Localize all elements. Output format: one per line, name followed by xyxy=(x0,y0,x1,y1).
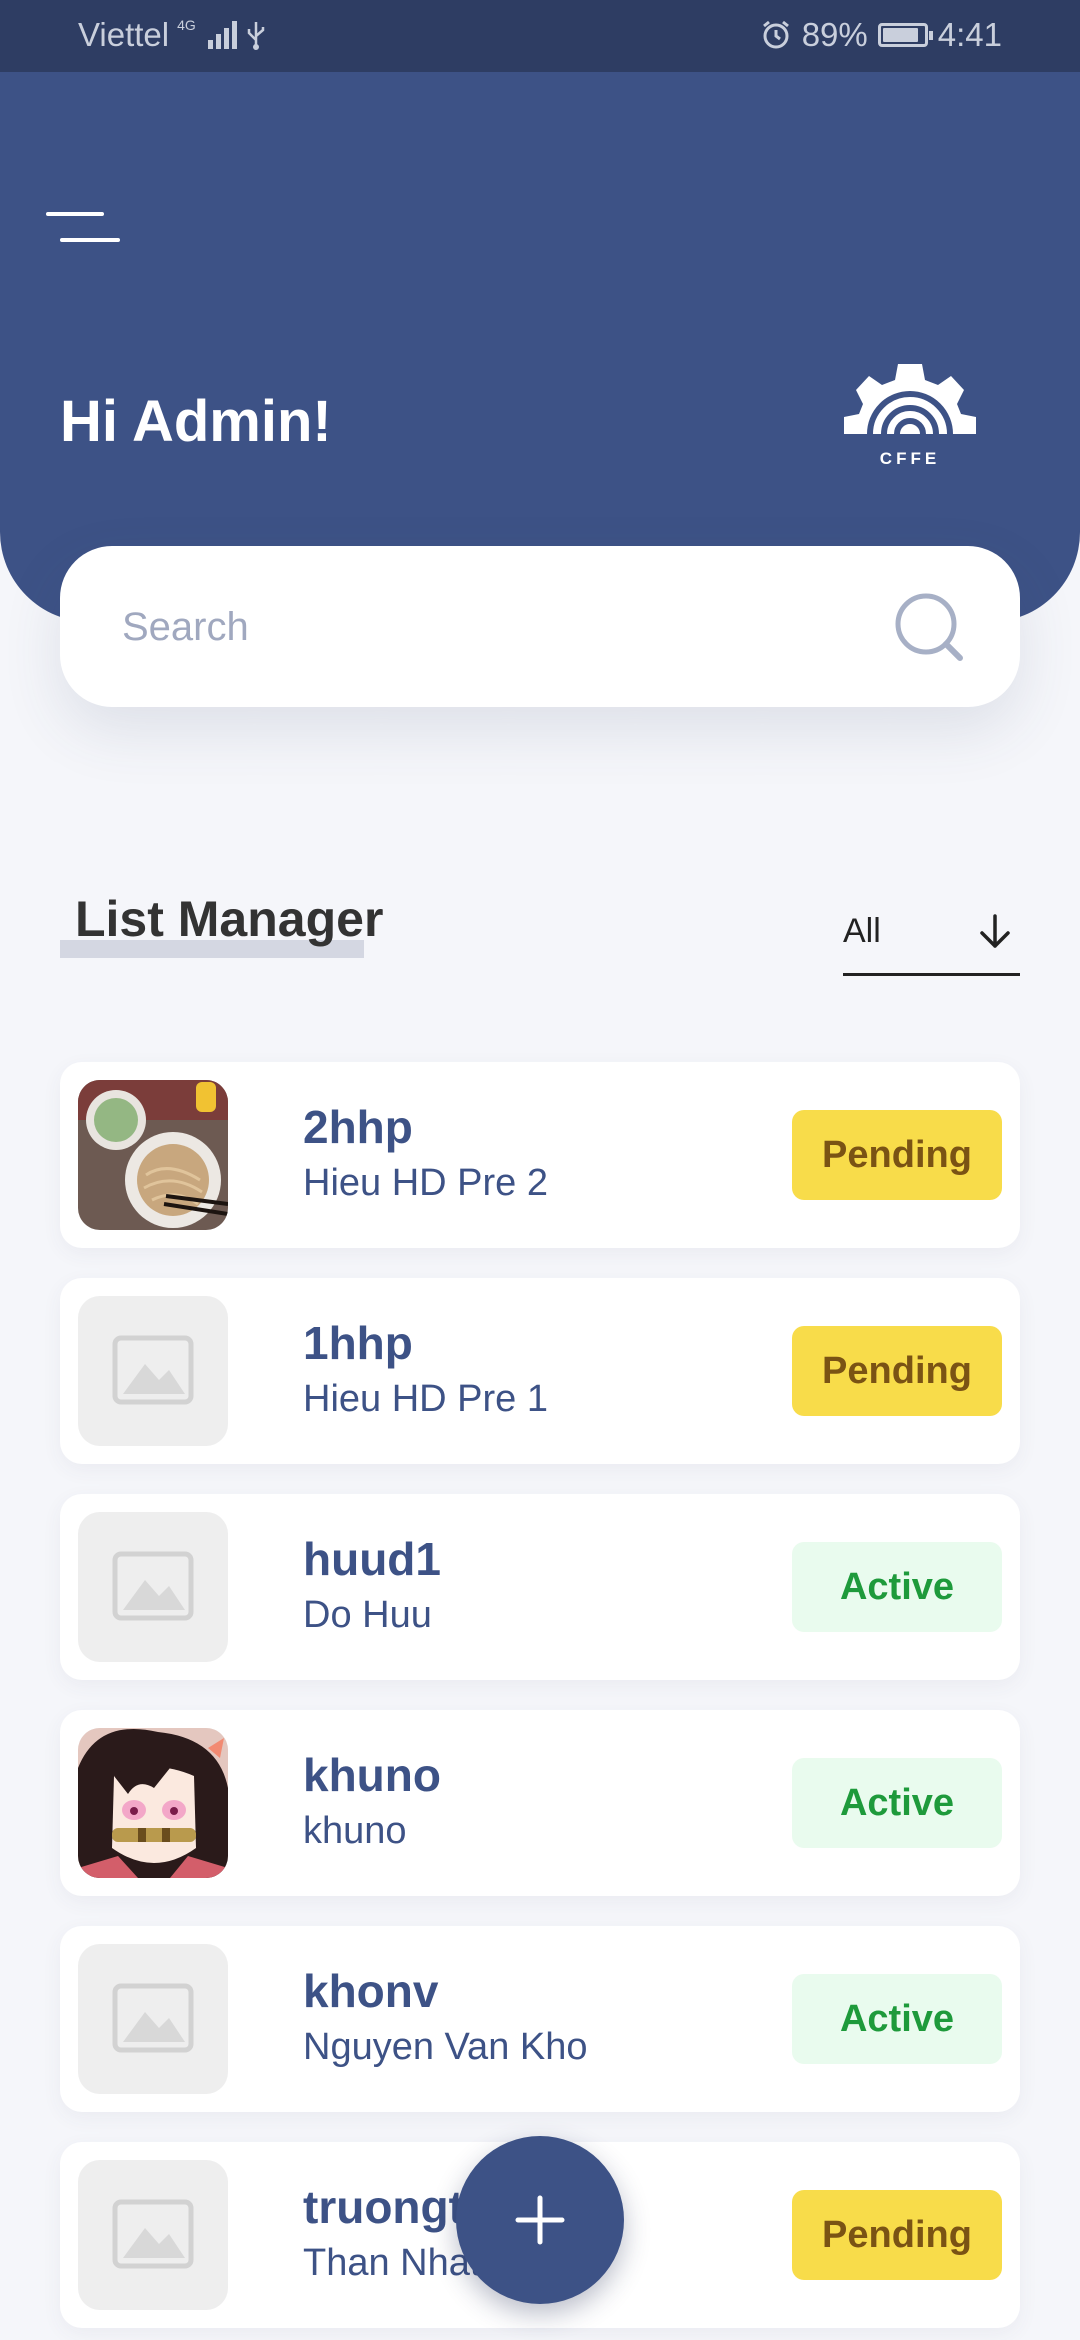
avatar xyxy=(78,1944,228,2094)
add-user-button[interactable] xyxy=(456,2136,624,2304)
item-username: 2hhp xyxy=(303,1101,413,1153)
signal-icon xyxy=(207,21,237,49)
clock: 4:41 xyxy=(937,16,1002,53)
item-fullname: Hieu HD Pre 2 xyxy=(303,1162,548,1204)
item-fullname: khuno xyxy=(303,1810,407,1852)
section-title: List Manager xyxy=(75,891,384,947)
header: Hi Admin! CFFE xyxy=(0,72,1080,622)
item-fullname: Nguyen Van Kho xyxy=(303,2026,588,2068)
search-icon[interactable] xyxy=(890,588,970,668)
item-fullname: Hieu HD Pre 1 xyxy=(303,1378,548,1420)
cffe-logo: CFFE xyxy=(844,364,976,468)
item-fullname: Do Huu xyxy=(303,1594,432,1636)
image-placeholder-icon xyxy=(112,1335,194,1405)
status-filter-dropdown[interactable]: All xyxy=(843,898,1020,976)
anime-photo xyxy=(78,1728,228,1878)
item-fullname: Than Nhat xyxy=(303,2242,481,2284)
status-bar-left: Viettel 4G xyxy=(78,16,267,54)
item-username: khonv xyxy=(303,1965,439,2017)
avatar xyxy=(78,1080,228,1230)
logo-text: CFFE xyxy=(880,449,940,468)
arrow-down-icon xyxy=(980,914,1010,948)
image-placeholder-icon xyxy=(112,2199,194,2269)
greeting-title: Hi Admin! xyxy=(60,389,332,454)
usb-icon xyxy=(247,22,265,50)
search-bar xyxy=(60,546,1020,707)
avatar xyxy=(78,1728,228,1878)
status-badge: Pending xyxy=(792,2190,1002,2280)
status-badge: Pending xyxy=(792,1110,1002,1200)
status-badge: Active xyxy=(792,1974,1002,2064)
list-item[interactable]: 2hhp Hieu HD Pre 2 Pending xyxy=(60,1062,1020,1248)
item-username: truongt xyxy=(303,2181,464,2233)
avatar xyxy=(78,1296,228,1446)
status-badge: Active xyxy=(792,1542,1002,1632)
list-item[interactable]: khuno khuno Active xyxy=(60,1710,1020,1896)
list-item[interactable]: khonv Nguyen Van Kho Active xyxy=(60,1926,1020,2112)
avatar xyxy=(78,1512,228,1662)
status-bar-right: 89% 4:41 xyxy=(760,16,1002,54)
item-username: 1hhp xyxy=(303,1317,413,1369)
item-username: huud1 xyxy=(303,1533,441,1585)
image-placeholder-icon xyxy=(112,1551,194,1621)
avatar xyxy=(78,2160,228,2310)
food-photo xyxy=(78,1080,228,1230)
plus-icon xyxy=(515,2195,565,2245)
section-header: List Manager xyxy=(60,890,384,958)
filter-value: All xyxy=(843,912,881,950)
item-username: khuno xyxy=(303,1749,441,1801)
menu-icon[interactable] xyxy=(46,202,122,252)
search-input[interactable] xyxy=(120,586,904,668)
list-item[interactable]: 1hhp Hieu HD Pre 1 Pending xyxy=(60,1278,1020,1464)
battery-icon xyxy=(877,23,933,47)
battery-percent: 89% xyxy=(801,16,868,53)
network-type: 4G xyxy=(177,17,196,33)
list-item[interactable]: huud1 Do Huu Active xyxy=(60,1494,1020,1680)
carrier-name: Viettel xyxy=(78,16,170,53)
status-badge: Pending xyxy=(792,1326,1002,1416)
status-badge: Active xyxy=(792,1758,1002,1848)
status-bar: Viettel 4G 89% 4:41 xyxy=(0,0,1080,72)
image-placeholder-icon xyxy=(112,1983,194,2053)
alarm-icon xyxy=(762,20,789,49)
